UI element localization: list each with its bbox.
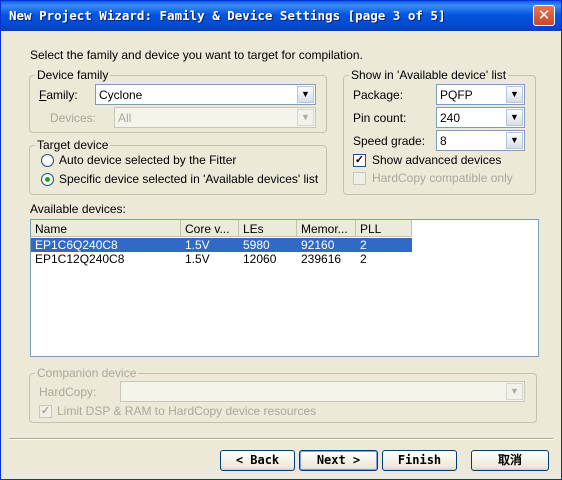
chevron-down-icon: ▼ <box>506 109 523 126</box>
next-button[interactable]: Next > <box>299 450 378 471</box>
checkmark-icon: ✓ <box>40 405 51 417</box>
divider <box>9 438 553 440</box>
limit-dsp-ram-checkbox[interactable]: ✓ <box>39 405 52 418</box>
pin-count-value: 240 <box>440 111 461 125</box>
column-header-core-voltage[interactable]: Core v... <box>181 220 239 237</box>
hardcopy-label: HardCopy: <box>39 385 97 399</box>
show-available-title: Show in 'Available device' list <box>349 68 509 82</box>
specific-device-label[interactable]: Specific device selected in 'Available d… <box>59 172 318 186</box>
close-icon: ✕ <box>537 6 551 24</box>
device-name: EP1C12Q240C8 <box>35 252 125 266</box>
wizard-window: New Project Wizard: Family & Device Sett… <box>0 0 562 480</box>
pin-count-label: Pin count: <box>353 111 407 125</box>
back-button[interactable]: < Back <box>220 450 295 471</box>
column-header-name[interactable]: Name <box>31 220 181 237</box>
chevron-down-icon: ▼ <box>297 109 314 126</box>
chevron-down-icon: ▼ <box>506 383 523 400</box>
speed-grade-select[interactable]: 8 ▼ <box>436 130 525 151</box>
family-label: Family: <box>39 88 78 102</box>
pll-count: 2 <box>360 238 367 252</box>
table-row[interactable]: EP1C6Q240C8 1.5V 5980 92160 2 <box>31 238 412 252</box>
specific-device-radio[interactable] <box>41 173 54 186</box>
chevron-down-icon: ▼ <box>506 86 523 103</box>
column-header-les[interactable]: LEs <box>239 220 297 237</box>
package-label: Package: <box>353 88 404 102</box>
hardcopy-select[interactable]: ▼ <box>120 381 525 402</box>
auto-device-radio[interactable] <box>41 154 54 167</box>
core-voltage: 1.5V <box>185 252 210 266</box>
package-value: PQFP <box>440 88 473 102</box>
chevron-down-icon: ▼ <box>506 132 523 149</box>
device-name: EP1C6Q240C8 <box>35 238 118 252</box>
core-voltage: 1.5V <box>185 238 210 252</box>
companion-device-title: Companion device <box>35 366 139 380</box>
pin-count-select[interactable]: 240 ▼ <box>436 107 525 128</box>
devices-select[interactable]: All ▼ <box>114 107 316 128</box>
column-header-memory[interactable]: Memor... <box>297 220 356 237</box>
package-select[interactable]: PQFP ▼ <box>436 84 525 105</box>
table-row[interactable]: EP1C12Q240C8 1.5V 12060 239616 2 <box>31 252 412 266</box>
show-advanced-checkbox[interactable]: ✓ <box>353 154 366 167</box>
cancel-button[interactable]: 取消 <box>471 450 549 471</box>
show-advanced-label[interactable]: Show advanced devices <box>372 153 501 167</box>
title-bar[interactable]: New Project Wizard: Family & Device Sett… <box>1 1 561 31</box>
family-select[interactable]: Cyclone ▼ <box>95 84 316 105</box>
devices-label: Devices: <box>50 111 97 125</box>
devices-value: All <box>118 111 132 125</box>
speed-grade-value: 8 <box>440 134 447 148</box>
les-count: 12060 <box>243 252 277 266</box>
finish-button[interactable]: Finish <box>382 450 457 471</box>
hardcopy-compatible-checkbox[interactable] <box>353 172 366 185</box>
target-device-title: Target device <box>35 138 111 152</box>
available-devices-label: Available devices: <box>30 202 126 216</box>
device-family-title: Device family <box>35 68 111 82</box>
close-button[interactable]: ✕ <box>533 5 555 26</box>
memory-bits: 239616 <box>301 252 342 266</box>
speed-grade-label: Speed grade: <box>353 134 426 148</box>
window-title: New Project Wizard: Family & Device Sett… <box>9 8 446 23</box>
pll-count: 2 <box>360 252 367 266</box>
available-devices-list[interactable]: Name Core v... LEs Memor... PLL EP1C6Q24… <box>30 219 539 357</box>
memory-bits: 92160 <box>301 238 335 252</box>
intro-text: Select the family and device you want to… <box>30 48 363 62</box>
auto-device-label[interactable]: Auto device selected by the Fitter <box>59 153 236 167</box>
hardcopy-compatible-label[interactable]: HardCopy compatible only <box>372 171 513 185</box>
column-header-pll[interactable]: PLL <box>356 220 412 237</box>
chevron-down-icon: ▼ <box>297 86 314 103</box>
limit-dsp-ram-label[interactable]: Limit DSP & RAM to HardCopy device resou… <box>57 404 316 418</box>
family-value: Cyclone <box>99 88 143 102</box>
les-count: 5980 <box>243 238 270 252</box>
checkmark-icon: ✓ <box>354 154 365 166</box>
